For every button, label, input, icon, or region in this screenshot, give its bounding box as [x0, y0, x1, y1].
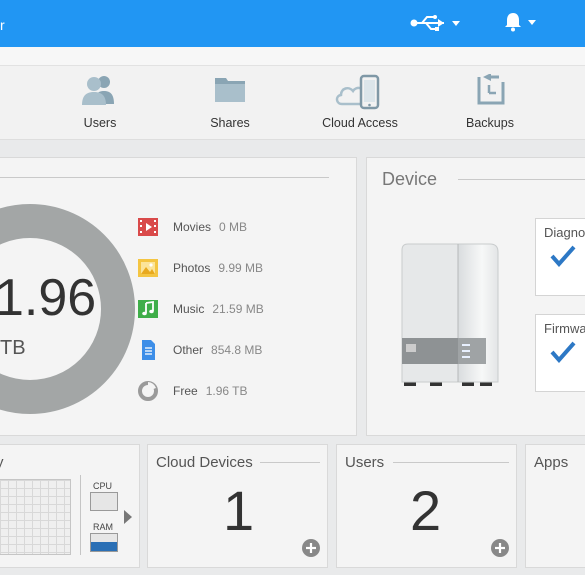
diagnostics-tile-title-fragment: y — [0, 454, 4, 471]
legend-other: Other 854.8 MB — [137, 340, 262, 360]
tile-divider — [393, 462, 509, 463]
chevron-down-icon — [528, 19, 536, 25]
users-tile[interactable]: Users 2 — [336, 444, 517, 568]
legend-value: 0 MB — [219, 220, 248, 234]
usb-icon — [410, 15, 444, 31]
legend-movies: Movies 0 MB — [137, 217, 247, 237]
bell-icon — [505, 13, 521, 32]
divider — [80, 475, 81, 555]
legend-label: Movies — [173, 220, 212, 234]
apps-tile-title: Apps — [534, 454, 569, 471]
tile-divider — [260, 462, 320, 463]
film-icon — [138, 218, 158, 236]
legend-label: Photos — [173, 261, 211, 275]
users-tile-title: Users — [345, 454, 385, 471]
legend-free: Free 1.96 TB — [137, 381, 248, 401]
add-icon[interactable] — [491, 539, 509, 557]
diagnostics-tile[interactable]: y CPU RAM — [0, 444, 140, 568]
chevron-down-icon — [452, 20, 460, 26]
diagnostics-card[interactable]: Diagnostics — [535, 218, 585, 296]
legend-label: Free — [173, 384, 198, 398]
device-panel-title: Device — [382, 169, 438, 189]
capacity-value: 1.96 — [0, 269, 97, 327]
legend-value: 854.8 MB — [211, 343, 263, 357]
legend-photos: Photos 9.99 MB — [137, 258, 263, 278]
ram-label: RAM — [93, 522, 113, 532]
music-icon — [138, 300, 158, 318]
notifications-menu[interactable] — [504, 10, 544, 34]
capacity-unit: TB — [0, 337, 26, 359]
cloud-devices-title: Cloud Devices — [156, 454, 253, 471]
nas-device-image — [401, 243, 499, 386]
ram-meter-fill — [91, 542, 117, 551]
add-icon[interactable] — [302, 539, 320, 557]
diagnostics-card-title: Diagnostics — [544, 225, 585, 240]
cloud-devices-tile[interactable]: Cloud Devices 1 — [147, 444, 328, 568]
users-count: 2 — [410, 479, 442, 542]
cloud-devices-count: 1 — [223, 479, 255, 542]
legend-label: Other — [173, 343, 204, 357]
cpu-meter — [90, 492, 118, 511]
apps-tile[interactable]: Apps — [525, 444, 585, 568]
firmware-card-title: Firmware — [544, 321, 585, 336]
nav-backups[interactable]: Backups — [460, 66, 520, 141]
pie-icon — [138, 381, 158, 401]
nav-backups-label: Backups — [466, 116, 514, 130]
backup-icon — [477, 74, 505, 105]
legend-music: Music 21.59 MB — [137, 299, 264, 319]
firmware-card[interactable]: Firmware — [535, 314, 585, 392]
usb-menu[interactable] — [410, 11, 462, 35]
ram-meter — [90, 533, 118, 552]
photo-icon — [138, 259, 158, 277]
checkmark-icon — [550, 245, 576, 267]
panel-divider — [458, 179, 585, 180]
legend-value: 9.99 MB — [218, 261, 264, 275]
performance-graph — [0, 479, 71, 555]
legend-label: Music — [173, 302, 205, 316]
document-icon — [142, 340, 155, 360]
legend-value: 1.96 TB — [205, 384, 248, 398]
arrow-right-icon[interactable] — [123, 509, 133, 525]
legend-value: 21.59 MB — [212, 302, 264, 316]
cpu-label: CPU — [93, 481, 113, 491]
checkmark-icon — [550, 341, 576, 363]
